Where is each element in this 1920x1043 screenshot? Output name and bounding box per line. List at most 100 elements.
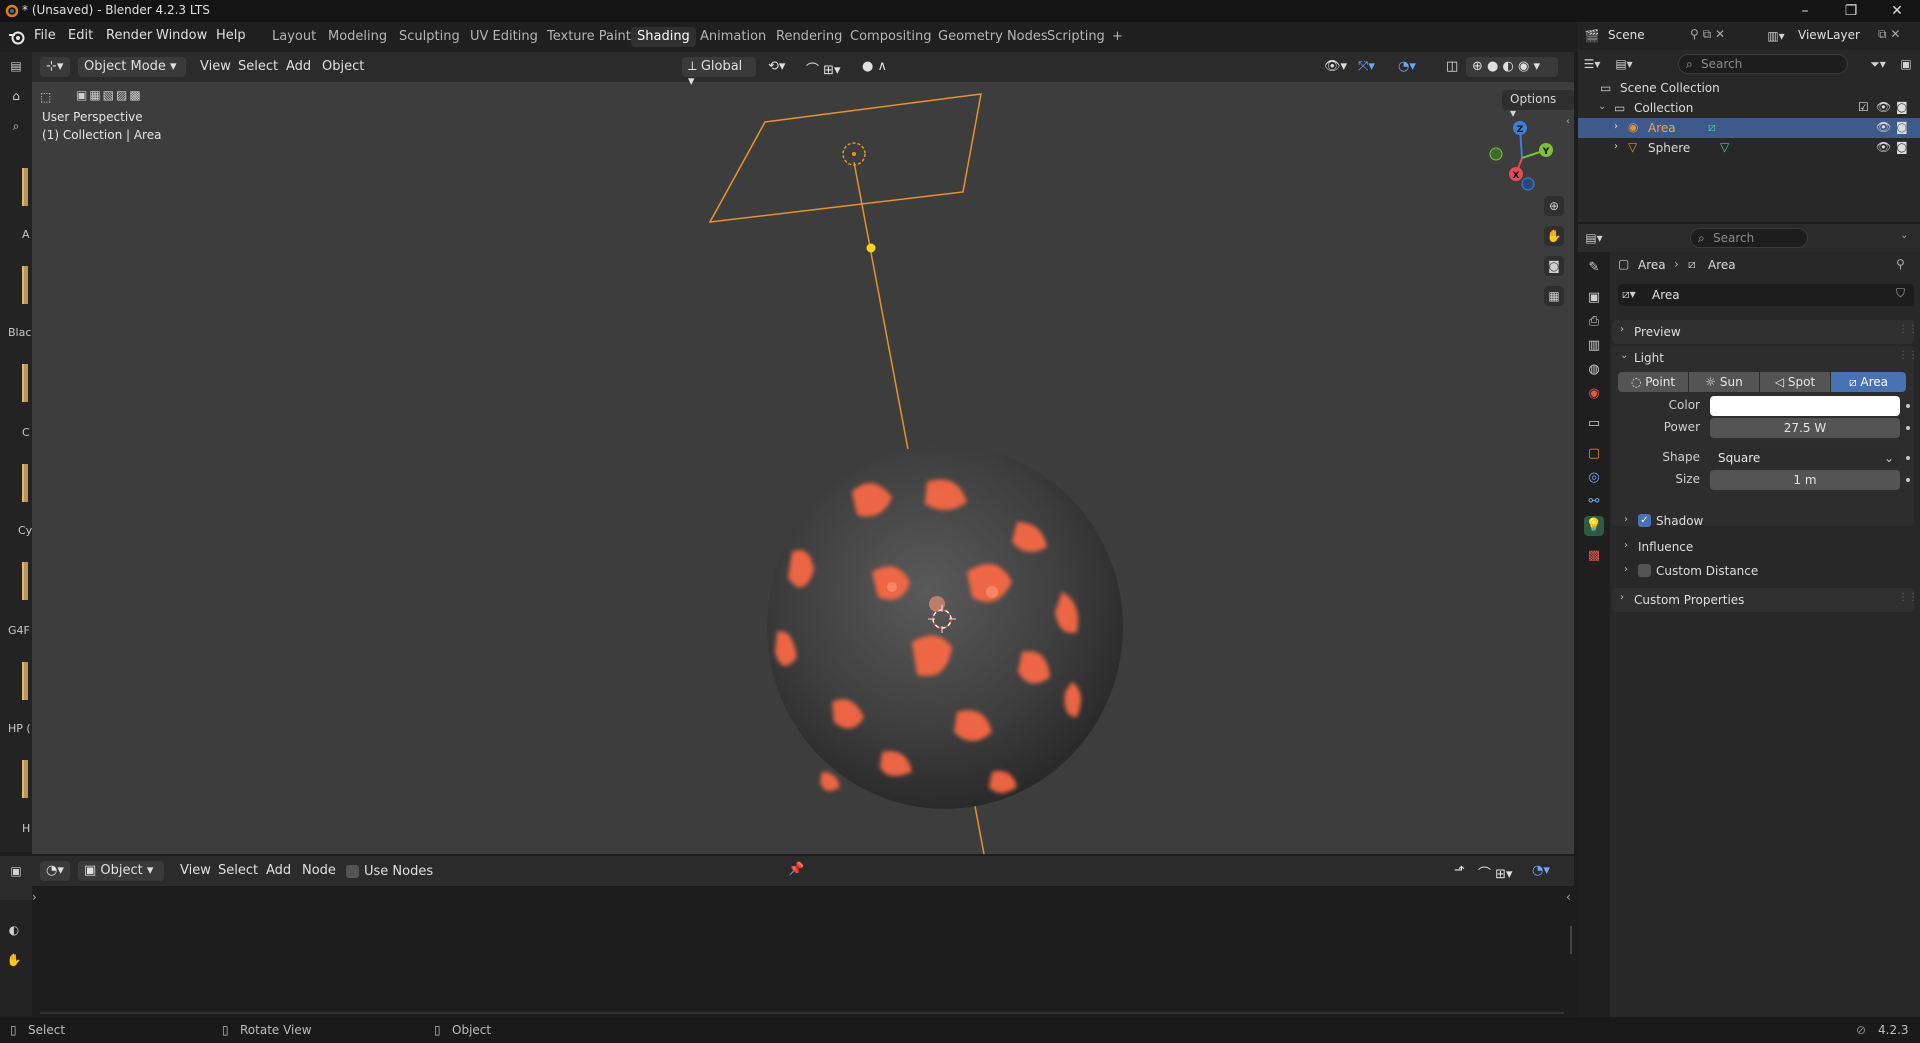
keyframe-dot-icon[interactable] — [1906, 478, 1910, 482]
outliner-row-sphere[interactable]: › ▽ Sphere ▽ 👁 ◙ — [1578, 138, 1920, 158]
view-layer-name[interactable]: ViewLayer — [1798, 28, 1860, 42]
world-tab-icon[interactable]: ◉ — [1584, 384, 1604, 404]
menu-window[interactable]: Window — [156, 28, 207, 43]
tab-texture-paint[interactable]: Texture Paint — [541, 27, 637, 47]
sidebar-toggle-icon[interactable]: ‹ — [1566, 116, 1570, 127]
zoom-icon[interactable]: ⊕ — [1544, 196, 1564, 216]
custom-distance-checkbox[interactable] — [1638, 564, 1651, 577]
scene-icon[interactable]: 🎬 — [1582, 26, 1602, 46]
node-tool-select-icon[interactable]: ◐ — [4, 920, 24, 940]
drag-handle-icon[interactable]: ⋮⋮ — [1898, 350, 1918, 361]
pin-icon[interactable]: ⚲ — [1896, 257, 1905, 271]
custom-properties-section[interactable]: › Custom Properties ⋮⋮ — [1612, 588, 1918, 612]
node-editor-menu-icon[interactable]: ▣ — [6, 861, 26, 881]
perspective-toggle-icon[interactable]: ▦ — [1544, 286, 1564, 306]
pin-icon[interactable]: 📌 — [788, 862, 804, 877]
navigation-gizmo[interactable]: Z Y X — [1476, 116, 1556, 200]
asset-item-swatch[interactable] — [22, 662, 28, 700]
drag-handle-icon[interactable]: ⋮⋮ — [1898, 592, 1918, 603]
outliner-row-collection[interactable]: ⌄ ▭ Collection ☑ 👁 ◙ — [1578, 98, 1920, 118]
output-tab-icon[interactable]: ⎙ — [1584, 312, 1604, 332]
shape-dropdown[interactable]: Square ⌄ — [1710, 448, 1900, 468]
tab-scripting[interactable]: Scripting — [1041, 27, 1111, 47]
node-sidebar-toggle-icon[interactable]: ‹ — [1566, 890, 1571, 904]
light-type-spot[interactable]: ◁ Spot — [1760, 372, 1830, 392]
3d-viewport[interactable]: ⊹▾ Object Mode ▾ View Select Add Object … — [32, 52, 1574, 854]
collection-checkbox-icon[interactable]: ☑ — [1858, 100, 1869, 114]
influence-subsection[interactable]: › Influence — [1624, 538, 1914, 558]
light-type-point[interactable]: ◌ Point — [1618, 372, 1688, 392]
asset-item-swatch[interactable] — [22, 464, 28, 502]
scene-pin-icon[interactable]: ⚲ ⧉ ✕ — [1690, 27, 1725, 42]
node-tool-hand-icon[interactable]: ✋ — [4, 950, 24, 970]
tab-animation[interactable]: Animation — [694, 27, 772, 47]
shader-type-dropdown[interactable]: ▣ Object ▾ — [78, 861, 164, 881]
light-data-tab-icon[interactable]: 💡 — [1584, 516, 1604, 536]
node-toolbar-toggle-icon[interactable]: › — [32, 890, 37, 904]
collection-tab-icon[interactable]: ▭ — [1584, 414, 1604, 434]
maximize-button[interactable]: ❐ — [1828, 0, 1874, 22]
tool-tab-icon[interactable]: ✎ — [1584, 258, 1604, 278]
new-collection-icon[interactable]: ▣ — [1896, 54, 1916, 74]
tab-uv-editing[interactable]: UV Editing — [464, 27, 544, 47]
display-mode-icon[interactable]: ▤▾ — [1614, 54, 1634, 74]
light-data-icon[interactable]: ⧄ — [1708, 120, 1716, 135]
render-tab-icon[interactable]: ▣ — [1584, 288, 1604, 308]
camera-icon[interactable]: ◙ — [1896, 140, 1908, 154]
tab-rendering[interactable]: Rendering — [770, 27, 848, 47]
camera-icon[interactable]: ◙ — [1896, 120, 1908, 134]
node-menu-node[interactable]: Node — [296, 861, 342, 881]
node-scrollbar[interactable] — [1570, 926, 1572, 954]
light-type-sun[interactable]: ☼ Sun — [1689, 372, 1759, 392]
scene-tab-icon[interactable]: ◍ — [1584, 360, 1604, 380]
node-menu-add[interactable]: Add — [260, 861, 297, 881]
view-layer-icon[interactable]: ▥▾ — [1766, 26, 1786, 46]
texture-tab-icon[interactable]: ▩ — [1584, 546, 1604, 566]
node-menu-view[interactable]: View — [174, 861, 217, 881]
filter-icon[interactable]: ⏷▾ — [1868, 54, 1888, 74]
editor-type-node-icon[interactable]: ◔▾ — [40, 861, 70, 881]
view-layer-actions-icon[interactable]: ⧉ ✕ — [1878, 27, 1900, 42]
chevron-right-icon[interactable]: › — [1614, 141, 1618, 152]
eye-icon[interactable]: 👁 — [1876, 120, 1891, 134]
size-field[interactable]: 1 m — [1710, 470, 1900, 490]
search-icon[interactable]: ⌕ — [6, 116, 26, 136]
shadow-subsection[interactable]: › ✓ Shadow — [1624, 512, 1914, 532]
properties-editor-icon[interactable]: ▤▾ — [1584, 228, 1604, 248]
outliner-search-input[interactable]: ⌕ Search — [1678, 54, 1848, 74]
drag-handle-icon[interactable]: ⋮⋮ — [1898, 324, 1918, 335]
light-section-header[interactable]: ⌄ Light ⋮⋮ — [1612, 346, 1918, 368]
menu-help[interactable]: Help — [216, 28, 246, 43]
use-nodes-checkbox[interactable] — [346, 865, 359, 878]
menu-file[interactable]: File — [34, 28, 56, 43]
outliner-editor-icon[interactable]: ☰▾ — [1582, 54, 1602, 74]
outliner-row-scene-collection[interactable]: ▭ Scene Collection — [1578, 78, 1920, 98]
use-nodes-toggle[interactable]: Use Nodes — [346, 864, 433, 879]
asset-item-swatch[interactable] — [22, 562, 28, 600]
keyframe-dot-icon[interactable] — [1906, 456, 1910, 460]
minimize-button[interactable]: – — [1782, 0, 1828, 22]
node-h-scrollbar[interactable] — [40, 1012, 1564, 1014]
tab-sculpting[interactable]: Sculpting — [393, 27, 466, 47]
eye-icon[interactable]: 👁 — [1876, 100, 1891, 114]
file-browser-icon[interactable]: ⌂ — [6, 86, 26, 106]
asset-item-swatch[interactable] — [22, 266, 28, 304]
node-canvas[interactable]: › ‹ — [32, 886, 1574, 1016]
view-layer-tab-icon[interactable]: ▥ — [1584, 336, 1604, 356]
scene-name[interactable]: Scene — [1608, 28, 1645, 42]
light-datablock-field[interactable]: ⧄▾ Area ⛉ — [1618, 284, 1914, 306]
mesh-data-icon[interactable]: ▽ — [1720, 140, 1729, 154]
shader-node-editor[interactable]: ◔▾ ▣ Object ▾ View Select Add Node Use N… — [32, 856, 1574, 1016]
keyframe-dot-icon[interactable] — [1906, 404, 1910, 408]
close-button[interactable]: ✕ — [1874, 0, 1920, 22]
blender-menu-icon[interactable] — [8, 29, 26, 45]
node-overlays-icon[interactable]: ◔▾ — [1526, 861, 1556, 881]
breadcrumb-object[interactable]: Area — [1638, 258, 1666, 272]
add-workspace-icon[interactable]: + — [1106, 27, 1129, 47]
tab-compositing[interactable]: Compositing — [844, 27, 938, 47]
preview-section[interactable]: › Preview ⋮⋮ — [1612, 320, 1918, 344]
camera-view-icon[interactable]: ◙ — [1544, 256, 1564, 276]
shadow-checkbox[interactable]: ✓ — [1638, 514, 1651, 527]
tab-geometry-nodes[interactable]: Geometry Nodes — [932, 27, 1054, 47]
node-menu-select[interactable]: Select — [212, 861, 264, 881]
